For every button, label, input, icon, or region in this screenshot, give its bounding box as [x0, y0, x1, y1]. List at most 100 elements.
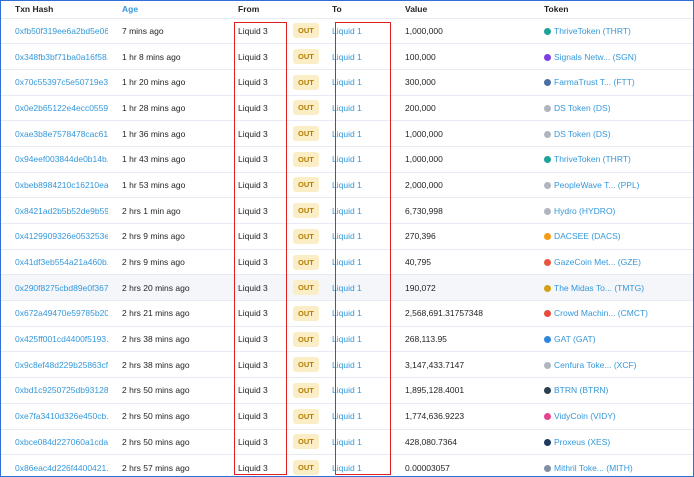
age-cell: 1 hr 20 mins ago [108, 69, 230, 96]
direction-badge: OUT [293, 74, 319, 90]
age-cell: 7 mins ago [108, 18, 230, 45]
btrn-token-icon [544, 387, 551, 395]
token-link[interactable]: Crowd Machin... (CMCT) [554, 308, 648, 318]
token-link[interactable]: DACSEE (DACS) [554, 231, 621, 241]
txn-hash-link[interactable]: 0x425ff001cd4400f5193... [15, 334, 108, 344]
direction-badge: OUT [293, 408, 319, 424]
direction-badge: OUT [293, 100, 319, 116]
token-link[interactable]: The Midas To... (TMTG) [554, 283, 644, 293]
txn-hash-link[interactable]: 0x86eac4d226f4400421... [15, 463, 108, 473]
direction-badge: OUT [293, 151, 319, 167]
direction-badge: OUT [293, 331, 319, 347]
age-cell: 1 hr 8 mins ago [108, 43, 230, 70]
age-cell: 2 hrs 21 mins ago [108, 300, 230, 327]
age-cell: 2 hrs 38 mins ago [108, 326, 230, 353]
token-link[interactable]: FarmaTrust T... (FTT) [554, 77, 635, 87]
token-link[interactable]: ThriveToken (THRT) [554, 26, 631, 36]
token-transfers-panel: Txn Hash Age From To Value Token 0xfb50f… [0, 0, 694, 477]
value-cell: 1,000,000 [391, 18, 530, 45]
value-cell: 2,000,000 [391, 172, 530, 199]
value-cell: 1,000,000 [391, 120, 530, 147]
token-link[interactable]: PeopleWave T... (PPL) [554, 180, 640, 190]
value-cell: 2,568,691.31757348 [391, 300, 530, 327]
txn-hash-link[interactable]: 0xbeb8984210c16210ea... [15, 180, 108, 190]
header-age[interactable]: Age [108, 1, 230, 19]
to-column-highlight [335, 22, 391, 475]
txn-hash-link[interactable]: 0x94eef003844de0b14b... [15, 154, 108, 164]
generic-token-icon [544, 104, 551, 112]
table-header-row: Txn Hash Age From To Value Token [1, 1, 693, 19]
value-cell: 428,080.7364 [391, 429, 530, 456]
direction-badge: OUT [293, 382, 319, 398]
direction-badge: OUT [293, 49, 319, 65]
txn-hash-link[interactable]: 0x41df3eb554a21a460b... [15, 257, 108, 267]
value-cell: 190,072 [391, 274, 530, 302]
header-to: To [328, 1, 391, 19]
generic-token-icon [544, 130, 551, 138]
value-cell: 40,795 [391, 249, 530, 276]
age-cell: 1 hr 36 mins ago [108, 120, 230, 147]
generic-token-icon [544, 207, 551, 215]
token-link[interactable]: Proxeus (XES) [554, 437, 610, 447]
farmatrust-token-icon [544, 79, 551, 87]
token-link[interactable]: Signals Netw... (SGN) [554, 52, 637, 62]
gat-token-icon [544, 336, 551, 344]
age-cell: 2 hrs 57 mins ago [108, 454, 230, 476]
txn-hash-link[interactable]: 0xbd1c9250725db93128... [15, 385, 108, 395]
value-cell: 1,774,636.9223 [391, 403, 530, 430]
direction-badge: OUT [293, 280, 319, 296]
header-direction [293, 1, 328, 19]
token-link[interactable]: DS Token (DS) [554, 129, 611, 139]
header-token: Token [530, 1, 693, 19]
header-value: Value [391, 1, 530, 19]
token-link[interactable]: VidyCoin (VIDY) [554, 411, 616, 421]
token-link[interactable]: DS Token (DS) [554, 103, 611, 113]
token-link[interactable]: GAT (GAT) [554, 334, 596, 344]
txn-hash-link[interactable]: 0x8421ad2b5b52de9b59... [15, 206, 108, 216]
txn-hash-link[interactable]: 0x348fb3bf71ba0a16f58... [15, 52, 108, 62]
txn-hash-link[interactable]: 0x672a49470e59785b20... [15, 308, 108, 318]
direction-badge: OUT [293, 254, 319, 270]
thrive-token-icon [544, 156, 551, 164]
txn-hash-link[interactable]: 0xfb50f319ee6a2bd5e06... [15, 26, 108, 36]
value-cell: 270,396 [391, 223, 530, 250]
header-from: From [230, 1, 293, 19]
token-link[interactable]: Cenfura Toke... (XCF) [554, 360, 637, 370]
token-link[interactable]: Mithril Toke... (MITH) [554, 463, 633, 473]
thrive-token-icon [544, 27, 551, 35]
direction-badge: OUT [293, 126, 319, 142]
value-cell: 268,113.95 [391, 326, 530, 353]
direction-badge: OUT [293, 305, 319, 321]
txn-hash-link[interactable]: 0xe7fa3410d326e450cb... [15, 411, 108, 421]
generic-token-icon [544, 361, 551, 369]
txn-hash-link[interactable]: 0x4129909326e053253e... [15, 231, 108, 241]
age-cell: 2 hrs 20 mins ago [108, 274, 230, 302]
from-column-highlight [234, 22, 287, 475]
token-link[interactable]: Hydro (HYDRO) [554, 206, 615, 216]
mithril-token-icon [544, 464, 551, 472]
txn-hash-link[interactable]: 0x9c8ef48d229b25863cf... [15, 360, 108, 370]
dacsee-token-icon [544, 233, 551, 241]
value-cell: 6,730,998 [391, 197, 530, 224]
txn-hash-link[interactable]: 0xbce084d227060a1cda... [15, 437, 108, 447]
age-cell: 2 hrs 1 min ago [108, 197, 230, 224]
token-link[interactable]: GazeCoin Met... (GZE) [554, 257, 641, 267]
value-cell: 1,000,000 [391, 146, 530, 173]
direction-badge: OUT [293, 228, 319, 244]
value-cell: 1,895,128.4001 [391, 377, 530, 404]
age-cell: 2 hrs 50 mins ago [108, 403, 230, 430]
token-link[interactable]: ThriveToken (THRT) [554, 154, 631, 164]
age-cell: 2 hrs 38 mins ago [108, 351, 230, 379]
value-cell: 3,147,433.7147 [391, 351, 530, 379]
age-cell: 2 hrs 9 mins ago [108, 249, 230, 276]
proxeus-token-icon [544, 438, 551, 446]
txn-hash-link[interactable]: 0xae3b8e7578478cac61... [15, 129, 108, 139]
direction-badge: OUT [293, 177, 319, 193]
txn-hash-link[interactable]: 0x0e2b65122e4ecc0559... [15, 103, 108, 113]
txn-hash-link[interactable]: 0x290f8275cbd89e0f367... [15, 283, 108, 293]
token-link[interactable]: BTRN (BTRN) [554, 385, 608, 395]
age-cell: 2 hrs 50 mins ago [108, 429, 230, 456]
txn-hash-link[interactable]: 0x70c55397c5e50719e3... [15, 77, 108, 87]
age-cell: 1 hr 53 mins ago [108, 172, 230, 199]
age-cell: 1 hr 43 mins ago [108, 146, 230, 173]
